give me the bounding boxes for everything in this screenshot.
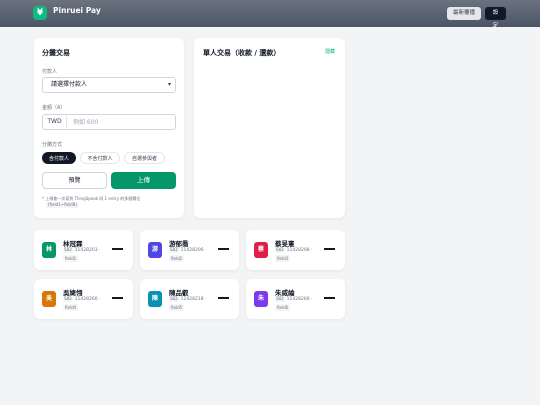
split-card-title: 分攤交易 <box>42 49 70 57</box>
single-transaction-card: 單人交易（收款 / 還款） 隱藏 <box>194 38 345 218</box>
payer-label: 付款人 <box>42 69 58 75</box>
person-meta: SID 11428266 · <box>275 297 312 302</box>
upload-note-text: * 上傳會一次寫到 ThingSpeak 同 1 entry 的多個欄位 <box>42 196 141 201</box>
person-name: 陳品叡 <box>169 289 189 297</box>
top-bar: ¥ Pinruei Pay 最新覆播 設定 <box>0 0 540 29</box>
person-card[interactable]: 吳 吳婕翎 SID 11428260 · field4 <box>34 279 133 319</box>
person-name: 蔡旻憲 <box>275 240 295 248</box>
yen-logo-icon: ¥ <box>33 6 47 20</box>
person-id: 11428203 · <box>74 248 101 253</box>
chevron-down-icon: ▾ <box>167 81 171 88</box>
mode-custom-participants[interactable]: 自選參與者 <box>124 152 165 164</box>
person-meta: SID 11428208 · <box>275 248 312 253</box>
split-transaction-card: 分攤交易 付款人 請選擇付款人 ▾ 金額（A） TWD 分攤方式 含付款人 不含… <box>34 38 184 218</box>
person-card[interactable]: 游 游郁喬 SID 11428206 · field2 <box>140 230 239 270</box>
amount-label: 金額（A） <box>42 105 66 111</box>
person-meta: SID 11428206 · <box>169 248 206 253</box>
person-balance <box>324 297 335 299</box>
currency-label: TWD <box>43 115 67 129</box>
person-id: 11428206 · <box>180 248 207 253</box>
person-name: 林冠霖 <box>63 240 83 248</box>
person-balance <box>112 248 123 250</box>
upload-note: * 上傳會一次寫到 ThingSpeak 同 1 entry 的多個欄位 (fi… <box>42 196 176 208</box>
person-field: field4 <box>63 304 79 311</box>
mode-label: 分攤方式 <box>42 142 63 148</box>
person-meta: SID 11428203 · <box>63 248 100 253</box>
person-card[interactable]: 陳 陳品叡 SID 11428218 · field5 <box>140 279 239 319</box>
avatar: 林 <box>42 242 56 258</box>
person-id: 11428218 · <box>180 297 207 302</box>
sync-button[interactable]: 最新覆播 <box>447 7 481 20</box>
sid-badge: SID <box>169 248 179 253</box>
settings-button[interactable]: 設定 <box>485 7 506 29</box>
sid-badge: SID <box>275 297 285 302</box>
sid-badge: SID <box>169 297 179 302</box>
payer-select-value: 請選擇付款人 <box>51 81 88 88</box>
app-title: Pinruei Pay <box>53 6 101 15</box>
sid-badge: SID <box>275 248 285 253</box>
avatar: 朱 <box>254 291 268 307</box>
sid-badge: SID <box>63 248 73 253</box>
preview-button[interactable]: 預覽 <box>42 172 107 189</box>
person-id: 11428208 · <box>286 248 313 253</box>
person-balance <box>218 297 229 299</box>
person-id: 11428266 · <box>286 297 313 302</box>
avatar: 游 <box>148 242 162 258</box>
person-meta: SID 11428218 · <box>169 297 206 302</box>
avatar: 陳 <box>148 291 162 307</box>
upload-button[interactable]: 上傳 <box>111 172 176 189</box>
person-balance <box>218 248 229 250</box>
person-meta: SID 11428260 · <box>63 297 100 302</box>
amount-input[interactable] <box>73 116 173 128</box>
person-card[interactable]: 朱 朱威綸 SID 11428266 · field6 <box>246 279 345 319</box>
hide-link[interactable]: 隱藏 <box>325 48 335 55</box>
mode-include-payer[interactable]: 含付款人 <box>42 152 76 164</box>
single-card-title: 單人交易（收款 / 還款） <box>203 49 281 57</box>
mode-exclude-payer[interactable]: 不含付款人 <box>80 152 120 164</box>
person-name: 游郁喬 <box>169 240 189 248</box>
person-name: 吳婕翎 <box>63 289 83 297</box>
person-id: 11428260 · <box>74 297 101 302</box>
avatar: 吳 <box>42 291 56 307</box>
upload-note-code: (field1~field8) <box>46 202 79 208</box>
person-field: field6 <box>275 304 291 311</box>
payer-select[interactable]: 請選擇付款人 ▾ <box>42 77 176 93</box>
avatar: 蔡 <box>254 242 268 258</box>
person-card[interactable]: 林 林冠霖 SID 11428203 · field1 <box>34 230 133 270</box>
person-name: 朱威綸 <box>275 289 295 297</box>
amount-group: TWD <box>42 114 176 130</box>
person-field: field1 <box>63 255 79 262</box>
person-field: field2 <box>169 255 185 262</box>
person-field: field3 <box>275 255 291 262</box>
person-field: field5 <box>169 304 185 311</box>
sid-badge: SID <box>63 297 73 302</box>
person-balance <box>112 297 123 299</box>
person-card[interactable]: 蔡 蔡旻憲 SID 11428208 · field3 <box>246 230 345 270</box>
person-balance <box>324 248 335 250</box>
